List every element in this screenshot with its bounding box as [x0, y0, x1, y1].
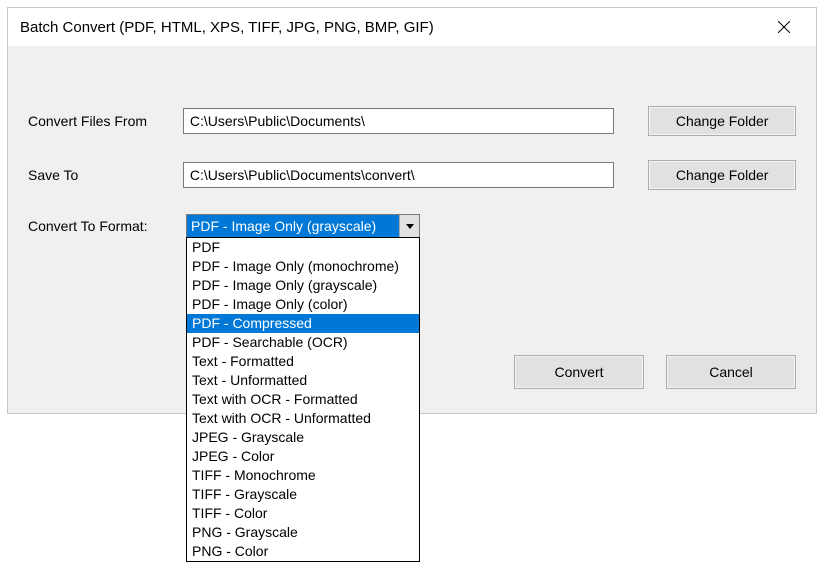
change-folder-to-button[interactable]: Change Folder	[648, 160, 796, 190]
format-option[interactable]: Text - Formatted	[187, 352, 419, 371]
change-folder-from-button[interactable]: Change Folder	[648, 106, 796, 136]
format-option[interactable]: JPEG - Color	[187, 447, 419, 466]
save-to-input[interactable]	[183, 162, 614, 188]
format-option[interactable]: PDF - Searchable (OCR)	[187, 333, 419, 352]
dialog-button-row: Convert Cancel	[514, 355, 796, 389]
close-button[interactable]	[764, 12, 804, 42]
format-dropdown-list[interactable]: PDFPDF - Image Only (monochrome)PDF - Im…	[186, 237, 420, 562]
format-option[interactable]: PDF - Image Only (color)	[187, 295, 419, 314]
convert-from-label: Convert Files From	[28, 113, 183, 129]
convert-button[interactable]: Convert	[514, 355, 644, 389]
format-option[interactable]: PDF - Compressed	[187, 314, 419, 333]
format-option[interactable]: TIFF - Monochrome	[187, 466, 419, 485]
format-option[interactable]: JPEG - Grayscale	[187, 428, 419, 447]
format-option[interactable]: PDF - Image Only (grayscale)	[187, 276, 419, 295]
convert-from-input[interactable]	[183, 108, 614, 134]
format-selected-text: PDF - Image Only (grayscale)	[187, 215, 399, 237]
format-option[interactable]: PDF	[187, 238, 419, 257]
chevron-down-icon[interactable]	[399, 215, 419, 237]
cancel-button[interactable]: Cancel	[666, 355, 796, 389]
format-label: Convert To Format:	[28, 218, 186, 234]
format-option[interactable]: PDF - Image Only (monochrome)	[187, 257, 419, 276]
window-title: Batch Convert (PDF, HTML, XPS, TIFF, JPG…	[20, 19, 434, 36]
format-option[interactable]: PNG - Color	[187, 542, 419, 561]
format-option[interactable]: Text - Unformatted	[187, 371, 419, 390]
format-option[interactable]: TIFF - Grayscale	[187, 485, 419, 504]
format-combobox[interactable]: PDF - Image Only (grayscale) PDFPDF - Im…	[186, 214, 420, 238]
format-row: Convert To Format: PDF - Image Only (gra…	[28, 214, 796, 238]
save-to-row: Save To Change Folder	[28, 160, 796, 190]
titlebar: Batch Convert (PDF, HTML, XPS, TIFF, JPG…	[8, 8, 816, 46]
close-icon	[778, 21, 790, 33]
format-option[interactable]: PNG - Grayscale	[187, 523, 419, 542]
save-to-label: Save To	[28, 167, 183, 183]
format-option[interactable]: Text with OCR - Formatted	[187, 390, 419, 409]
format-option[interactable]: TIFF - Color	[187, 504, 419, 523]
batch-convert-dialog: Batch Convert (PDF, HTML, XPS, TIFF, JPG…	[7, 7, 817, 414]
format-option[interactable]: Text with OCR - Unformatted	[187, 409, 419, 428]
format-combobox-display[interactable]: PDF - Image Only (grayscale)	[186, 214, 420, 238]
dialog-body: Convert Files From Change Folder Save To…	[8, 46, 816, 413]
convert-from-row: Convert Files From Change Folder	[28, 106, 796, 136]
